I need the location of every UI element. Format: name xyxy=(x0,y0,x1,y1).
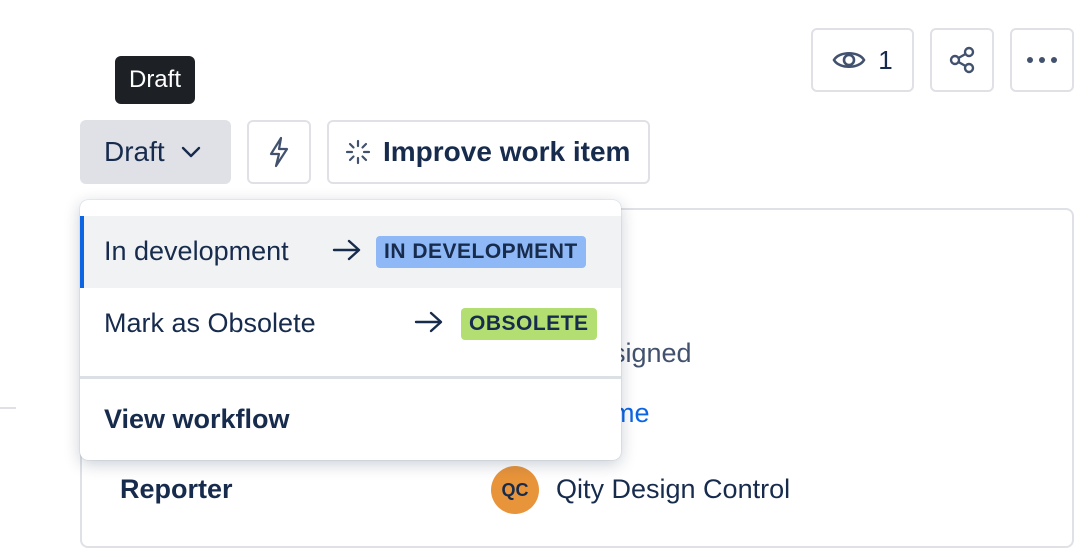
menu-item-mark-as-obsolete[interactable]: Mark as Obsolete OBSOLETE xyxy=(80,288,621,360)
menu-item-in-development[interactable]: In development IN DEVELOPMENT xyxy=(80,216,621,288)
transition-label: Mark as Obsolete xyxy=(104,308,316,338)
watch-button[interactable]: 1 xyxy=(811,28,914,92)
avatar: QC xyxy=(491,466,539,514)
improve-work-item-button[interactable]: Improve work item xyxy=(327,120,650,184)
status-label: Draft xyxy=(104,136,165,167)
status-tooltip: Draft xyxy=(115,56,195,104)
share-button[interactable] xyxy=(930,28,994,92)
eye-icon xyxy=(832,48,866,72)
divider xyxy=(0,407,16,409)
reporter-label: Reporter xyxy=(120,474,233,504)
arrow-right-icon xyxy=(332,238,362,269)
transition-label: In development xyxy=(104,236,289,266)
status-dropdown-button[interactable]: Draft xyxy=(80,120,231,184)
reporter-name[interactable]: Qity Design Control xyxy=(556,474,790,505)
automation-button[interactable] xyxy=(247,120,311,184)
chevron-down-icon xyxy=(181,146,201,158)
more-icon xyxy=(1025,56,1059,64)
improve-label: Improve work item xyxy=(383,136,631,167)
share-icon xyxy=(947,45,977,75)
status-lozenge-obsolete: OBSOLETE xyxy=(461,308,597,340)
status-transition-menu: In development IN DEVELOPMENT Mark as Ob… xyxy=(80,200,621,460)
lightning-icon xyxy=(268,136,290,168)
assignee-value: signed xyxy=(612,338,692,368)
watchers-count: 1 xyxy=(878,44,893,75)
menu-divider xyxy=(80,376,621,379)
arrow-right-icon xyxy=(414,310,444,341)
sparkle-loading-icon xyxy=(345,139,371,165)
view-workflow-link[interactable]: View workflow xyxy=(104,404,290,435)
status-lozenge-in-development: IN DEVELOPMENT xyxy=(376,236,586,268)
more-actions-button[interactable] xyxy=(1010,28,1074,92)
